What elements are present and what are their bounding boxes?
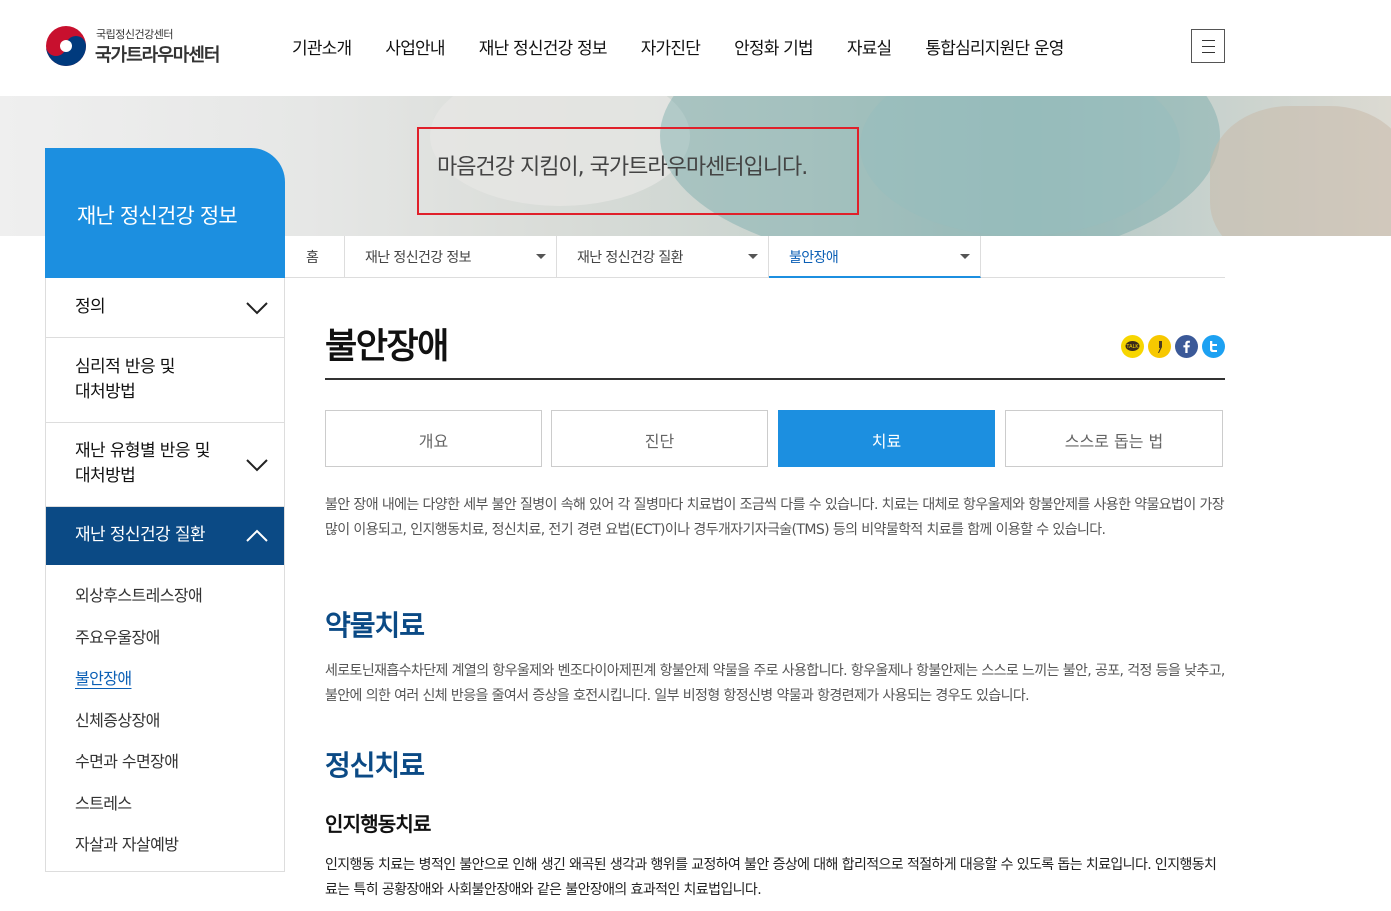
sidebar-item-label: 재난 유형별 반응 및 대처방법 <box>75 441 210 486</box>
breadcrumb-select-3[interactable]: 불안장애 <box>769 236 981 278</box>
medication-paragraph: 세로토닌재흡수차단제 계열의 항우울제와 벤조다이아제핀계 항불안제 약물을 주… <box>325 663 1225 704</box>
menu-icon <box>1202 40 1215 41</box>
kakaotalk-icon: TALK <box>1121 335 1144 358</box>
sidebar-title-text: 재난 정신건강 정보 <box>77 204 238 228</box>
menu-icon-line <box>1202 46 1215 47</box>
cbt-paragraph: 인지행동 치료는 병적인 불안으로 인해 생긴 왜곡된 생각과 행위를 교정하여… <box>325 857 1217 898</box>
sidebar-item-label: 재난 정신건강 질환 <box>75 525 206 545</box>
section-heading-medication: 약물치료 <box>325 609 425 642</box>
nav-item-business[interactable]: 사업안내 <box>385 34 445 60</box>
breadcrumb-home[interactable]: 홈 <box>285 236 345 278</box>
breadcrumb-select-2[interactable]: 재난 정신건강 질환 <box>557 236 769 278</box>
sidebar-menu: 정의 심리적 반응 및 대처방법 재난 유형별 반응 및 대처방법 재난 정신건… <box>45 278 285 872</box>
site-header: 국립정신건강센터 국가트라우마센터 기관소개 사업안내 재난 정신건강 정보 자… <box>0 0 1391 96</box>
sidebar-item-label: 정의 <box>75 297 106 317</box>
kakaostory-share-button[interactable] <box>1148 335 1171 358</box>
logo-title: 국가트라우마센터 <box>95 45 220 66</box>
sidebar-item-label: 심리적 반응 및 대처방법 <box>75 357 175 402</box>
caret-down-icon <box>748 254 758 259</box>
chevron-down-icon <box>246 302 268 315</box>
tab-label: 스스로 돕는 법 <box>1064 432 1164 451</box>
site-logo[interactable]: 국립정신건강센터 국가트라우마센터 <box>44 24 244 70</box>
kakaostory-icon <box>1148 335 1171 358</box>
tab-label: 치료 <box>871 432 902 451</box>
tab-diagnosis[interactable]: 진단 <box>551 410 768 467</box>
svg-text:TALK: TALK <box>1125 344 1139 350</box>
sidebar-item-disaster-type-reaction[interactable]: 재난 유형별 반응 및 대처방법 <box>46 423 284 507</box>
sub-item-depression[interactable]: 주요우울장애 <box>75 624 160 648</box>
nav-item-about[interactable]: 기관소개 <box>292 34 352 60</box>
sidebar-item-psychological-reaction[interactable]: 심리적 반응 및 대처방법 <box>46 338 284 423</box>
banner-tagline: 마음건강 지킴이, 국가트라우마센터입니다. <box>437 155 808 180</box>
sidebar-item-disaster-mental-illness[interactable]: 재난 정신건강 질환 <box>46 507 284 565</box>
breadcrumb-select-1[interactable]: 재난 정신건강 정보 <box>345 236 557 278</box>
nav-item-self-test[interactable]: 자가진단 <box>641 34 701 60</box>
caret-down-icon <box>960 254 970 259</box>
sub-item-stress[interactable]: 스트레스 <box>75 790 132 814</box>
subheading-cbt: 인지행동치료 <box>325 812 431 836</box>
breadcrumb-label: 불안장애 <box>789 250 839 266</box>
tab-label: 개요 <box>418 432 449 451</box>
facebook-icon <box>1175 335 1198 358</box>
tab-treatment[interactable]: 치료 <box>778 410 995 467</box>
tab-label: 진단 <box>644 432 675 451</box>
title-divider <box>325 378 1225 380</box>
chevron-up-icon <box>246 529 268 542</box>
sub-item-somatic[interactable]: 신체증상장애 <box>75 707 160 731</box>
taegeuk-logo-icon <box>46 26 86 66</box>
nav-item-stabilization[interactable]: 안정화 기법 <box>734 34 814 60</box>
facebook-share-button[interactable] <box>1175 335 1198 358</box>
tagline-highlight-box: 마음건강 지킴이, 국가트라우마센터입니다. <box>417 127 859 215</box>
breadcrumb: 홈 재난 정신건강 정보 재난 정신건강 질환 불안장애 <box>285 236 1225 278</box>
breadcrumb-label: 재난 정신건강 질환 <box>577 250 684 266</box>
main-nav: 기관소개 사업안내 재난 정신건강 정보 자가진단 안정화 기법 자료실 통합심… <box>292 34 1098 60</box>
tab-self-help[interactable]: 스스로 돕는 법 <box>1005 410 1223 467</box>
page-title: 불안장애 <box>325 327 449 367</box>
section-heading-psychotherapy: 정신치료 <box>325 749 425 782</box>
tab-overview[interactable]: 개요 <box>325 410 542 467</box>
nav-item-resources[interactable]: 자료실 <box>847 34 892 60</box>
kakaotalk-share-button[interactable]: TALK <box>1121 335 1144 358</box>
banner-decoration <box>1210 106 1391 236</box>
nav-item-disaster-mental-health[interactable]: 재난 정신건강 정보 <box>479 34 608 60</box>
menu-icon-line <box>1202 52 1215 53</box>
sub-item-anxiety[interactable]: 불안장애 <box>75 665 132 689</box>
sidebar-title: 재난 정신건강 정보 <box>45 148 285 278</box>
sub-item-sleep[interactable]: 수면과 수면장애 <box>75 748 179 772</box>
chevron-down-icon <box>246 459 268 472</box>
sub-item-suicide-prevention[interactable]: 자살과 자살예방 <box>75 831 179 855</box>
nav-item-support-team[interactable]: 통합심리지원단 운영 <box>925 34 1064 60</box>
sub-item-ptsd[interactable]: 외상후스트레스장애 <box>75 582 203 606</box>
twitter-share-button[interactable] <box>1202 335 1225 358</box>
intro-paragraph: 불안 장애 내에는 다양한 세부 불안 질병이 속해 있어 각 질병마다 치료법… <box>325 497 1225 538</box>
twitter-icon <box>1202 335 1225 358</box>
sidebar-item-definition[interactable]: 정의 <box>46 278 284 338</box>
caret-down-icon <box>536 254 546 259</box>
breadcrumb-label: 재난 정신건강 정보 <box>365 250 472 266</box>
hamburger-menu-button[interactable] <box>1191 29 1225 63</box>
breadcrumb-label: 홈 <box>306 250 319 266</box>
logo-subtitle: 국립정신건강센터 <box>96 28 173 41</box>
